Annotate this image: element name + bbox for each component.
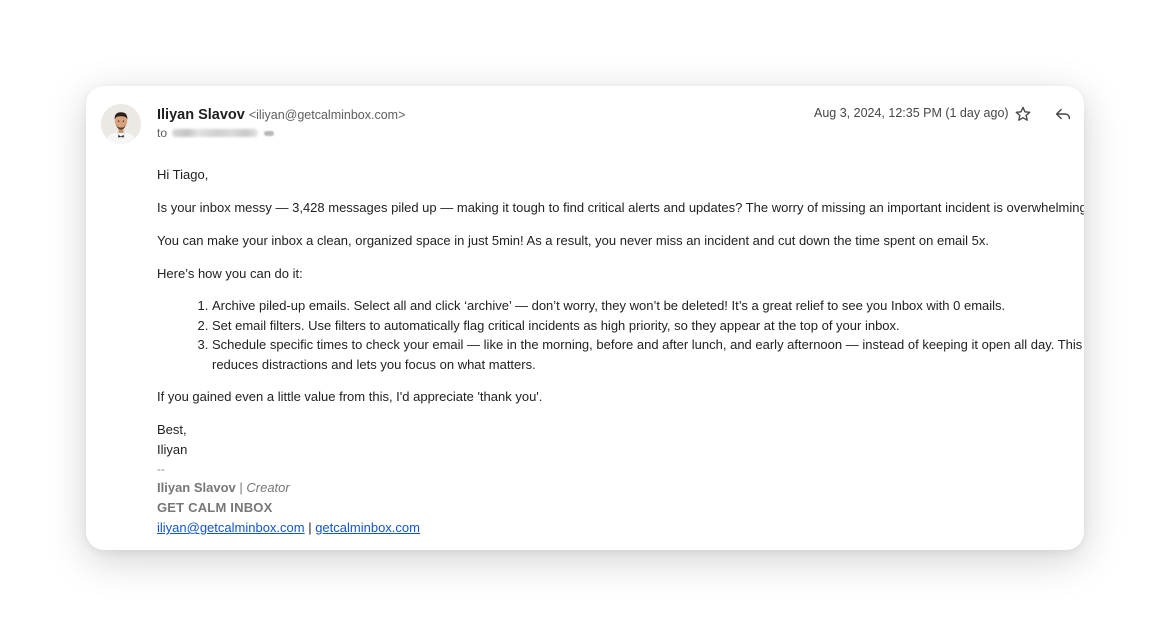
star-button[interactable] <box>1012 103 1034 125</box>
signature-separator: | <box>235 480 247 495</box>
steps-list: Archive piled-up emails. Select all and … <box>157 296 1084 374</box>
signature-divider: -- <box>157 462 165 476</box>
signature-role: Creator <box>246 480 290 495</box>
body-paragraph-3: Here’s how you can do it: <box>157 266 303 281</box>
list-item: Set email filters. Use filters to automa… <box>212 316 1084 336</box>
sender-line: Iliyan Slavov <iliyan@getcalminbox.com> <box>157 105 405 124</box>
message-body: Hi Tiago, Is your inbox messy — 3,428 me… <box>157 165 1084 538</box>
email-message-card: Iliyan Slavov <iliyan@getcalminbox.com> t… <box>86 86 1084 550</box>
recipient-details-toggle[interactable] <box>264 130 275 136</box>
list-item: Archive piled-up emails. Select all and … <box>212 296 1084 316</box>
signature-website-link[interactable]: getcalminbox.com <box>315 520 420 535</box>
signature-link-separator: | <box>304 520 316 535</box>
sender-name[interactable]: Iliyan Slavov <box>157 107 245 123</box>
signature-company: GET CALM INBOX <box>157 500 273 515</box>
avatar-photo <box>101 104 141 144</box>
list-item: Schedule specific times to check your em… <box>212 335 1084 374</box>
reply-icon <box>1055 108 1071 120</box>
list-item-line-2: reduces distractions and lets you focus … <box>212 356 536 372</box>
sender-avatar[interactable] <box>101 104 141 144</box>
body-paragraph-2: You can make your inbox a clean, organiz… <box>157 233 989 248</box>
closing: Best, <box>157 422 187 437</box>
greeting: Hi Tiago, <box>157 167 209 182</box>
list-item-line-1: Schedule specific times to check your em… <box>212 337 1083 352</box>
to-label: to <box>157 126 168 140</box>
message-date: Aug 3, 2024, 12:35 PM (1 day ago) <box>814 106 1009 120</box>
signature-links: iliyan@getcalminbox.com | getcalminbox.c… <box>157 518 1084 538</box>
sender-email: <iliyan@getcalminbox.com> <box>248 108 406 122</box>
reply-button[interactable] <box>1052 103 1074 125</box>
closing-name: Iliyan <box>157 442 188 457</box>
signature-name-line: Iliyan Slavov | Creator <box>157 478 1084 498</box>
signature-name: Iliyan Slavov <box>157 480 236 495</box>
recipient-line: to <box>157 125 275 141</box>
body-paragraph-4: If you gained even a little value from t… <box>157 389 543 404</box>
body-paragraph-1: Is your inbox messy — 3,428 messages pil… <box>157 200 1084 215</box>
redacted-recipient[interactable] <box>172 129 259 137</box>
star-icon <box>1015 106 1031 121</box>
signature-email-link[interactable]: iliyan@getcalminbox.com <box>157 520 305 535</box>
